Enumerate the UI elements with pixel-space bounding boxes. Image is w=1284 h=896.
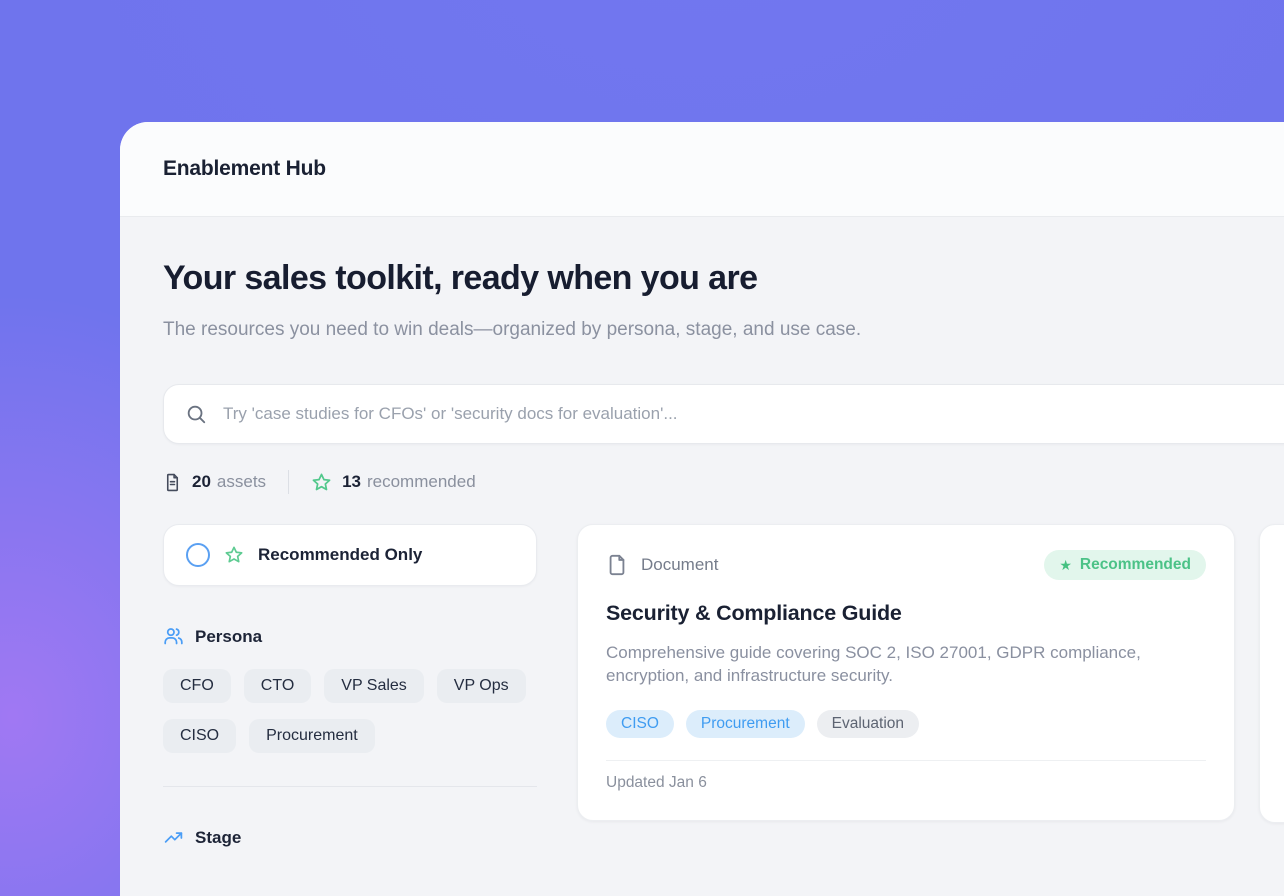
stage-section-header: Stage — [163, 827, 537, 848]
asset-card-security-compliance[interactable]: Document ★ Recommended Security & Compli… — [577, 524, 1235, 821]
persona-chip-cfo[interactable]: CFO — [163, 669, 231, 703]
asset-cards: Document ★ Recommended Security & Compli… — [577, 524, 1284, 823]
search-bar[interactable] — [163, 384, 1284, 444]
file-text-icon — [163, 472, 182, 493]
stage-section-label: Stage — [195, 828, 241, 848]
main-columns: Recommended Only Persona — [163, 524, 1284, 848]
star-icon — [311, 472, 332, 493]
persona-section-label: Persona — [195, 627, 262, 647]
persona-chip-procurement[interactable]: Procurement — [249, 719, 375, 753]
persona-chip-ciso[interactable]: CISO — [163, 719, 236, 753]
page-subtitle: The resources you need to win deals—orga… — [163, 311, 983, 348]
card-title: Security & Compliance Guide — [606, 601, 1206, 626]
persona-chip-cto[interactable]: CTO — [244, 669, 311, 703]
tag-procurement[interactable]: Procurement — [686, 710, 805, 738]
recommended-label: recommended — [367, 472, 476, 492]
filters-sidebar: Recommended Only Persona — [163, 524, 537, 848]
recommended-badge: ★ Recommended — [1044, 550, 1206, 580]
trending-up-icon — [163, 827, 184, 848]
stats-divider — [288, 470, 289, 494]
content-area: Your sales toolkit, ready when you are T… — [120, 217, 1284, 848]
card-description: Comprehensive guide covering SOC 2, ISO … — [606, 641, 1181, 687]
recommended-count: 13 — [342, 472, 361, 492]
enablement-hub-screen: Enablement Hub Your sales toolkit, ready… — [0, 0, 1284, 896]
recommended-badge-label: Recommended — [1080, 556, 1191, 574]
stats-row: 20 assets 13 recommended — [163, 470, 1284, 494]
file-icon — [606, 553, 628, 577]
search-icon — [185, 403, 207, 425]
users-icon — [163, 626, 184, 647]
persona-chip-vp-ops[interactable]: VP Ops — [437, 669, 526, 703]
persona-chips: CFO CTO VP Sales VP Ops CISO Procurement — [163, 669, 537, 753]
card-header-row: Document ★ Recommended — [606, 550, 1206, 580]
search-input[interactable] — [221, 403, 1284, 425]
assets-count: 20 — [192, 472, 211, 492]
persona-chip-vp-sales[interactable]: VP Sales — [324, 669, 424, 703]
star-icon — [224, 545, 244, 565]
tag-ciso[interactable]: CISO — [606, 710, 674, 738]
recommended-only-toggle[interactable]: Recommended Only — [163, 524, 537, 586]
asset-card-partial[interactable] — [1259, 524, 1284, 823]
recommended-only-label: Recommended Only — [258, 545, 422, 565]
page-title: Your sales toolkit, ready when you are — [163, 259, 1284, 298]
panel-header: Enablement Hub — [120, 122, 1284, 217]
tag-evaluation[interactable]: Evaluation — [817, 710, 919, 738]
card-type-label: Document — [641, 555, 718, 575]
star-filled-icon: ★ — [1059, 557, 1072, 574]
persona-section-header: Persona — [163, 626, 537, 647]
card-updated-label: Updated Jan 6 — [606, 761, 1206, 792]
app-title: Enablement Hub — [163, 157, 326, 181]
toggle-circle-icon[interactable] — [186, 543, 210, 567]
card-tags: CISO Procurement Evaluation — [606, 710, 1206, 738]
sidebar-divider — [163, 786, 537, 787]
assets-label: assets — [217, 472, 266, 492]
main-panel: Enablement Hub Your sales toolkit, ready… — [120, 122, 1284, 896]
